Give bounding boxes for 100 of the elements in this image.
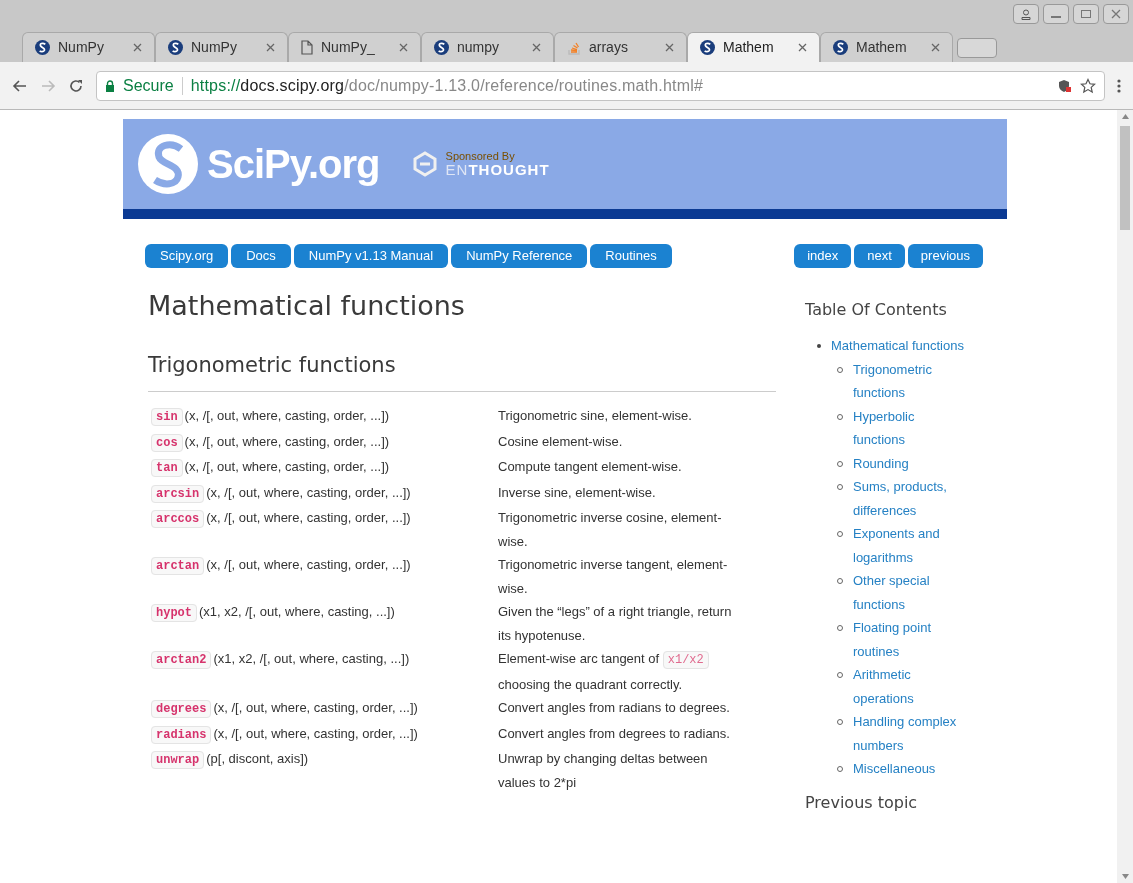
toc-link[interactable]: Miscellaneous [853,757,936,781]
toc-link[interactable]: Rounding [853,451,909,475]
toc-link[interactable]: Trigonometric functions [853,357,966,405]
function-description: Trigonometric inverse cosine, element-wise. [498,509,723,551]
breadcrumb-link[interactable]: Routines [590,244,672,268]
bullet-icon [817,344,821,348]
close-icon[interactable] [532,43,541,52]
tab-title: Mathem [723,38,775,57]
function-description: Compute tangent element-wise. [498,458,683,476]
new-tab-button[interactable] [957,38,997,58]
toc-link[interactable]: Arithmetic operations [853,663,966,710]
scipy-logo-icon [35,40,50,55]
toc-heading: Table Of Contents [805,299,948,321]
function-link[interactable]: hypot [151,604,197,622]
function-signature: hypot (x1, x2, /[, out, where, casting, ...]) [148,600,498,647]
person-icon [1021,8,1031,20]
close-icon[interactable] [931,43,940,52]
address-bar[interactable]: Secure https://docs.scipy.org/doc/numpy-1.13.0/reference/routines.math.html# [96,70,1105,101]
breadcrumb-link[interactable]: NumPy v1.13 Manual [293,244,449,268]
function-description: Element-wise arc tangent of x1/x2 choosing the quadrant correctly. [498,647,738,696]
security-label: Secure [123,75,174,96]
function-signature: unwrap (p[, discont, axis]) [148,747,498,794]
function-description: Cosine element-wise. [498,432,624,451]
browser-tab[interactable]: numpy [421,32,554,62]
scroll-up-icon[interactable] [1121,114,1129,119]
function-link[interactable]: radians [151,725,212,744]
sponsor-name: ENTHOUGHT [445,162,550,177]
function-signature: cos (x, /[, out, where, casting, order, ...]) [148,429,498,455]
browser-tab[interactable]: Mathem [687,32,820,62]
browser-tab[interactable]: arrays [554,32,687,62]
function-link[interactable]: arctan2 [151,651,212,669]
sponsor-logo-icon [411,151,438,177]
function-link[interactable]: tan [151,459,183,477]
scipy-logo-icon[interactable] [137,133,199,195]
function-link[interactable]: degrees [151,700,212,718]
scipy-logo-icon [434,40,449,55]
site-logo-text[interactable]: SciPy.org [207,144,380,184]
nav-link[interactable]: next [854,244,905,268]
lock-icon [105,79,115,92]
close-icon[interactable] [399,43,408,52]
function-description: Convert angles from radians to degrees. [498,699,731,717]
toc-link[interactable]: Floating point routines [853,616,966,663]
browser-tab[interactable]: NumPy_ [288,32,421,62]
nav-link[interactable]: previous [907,244,983,268]
nav-link[interactable]: index [794,244,852,268]
scipy-logo-icon [833,40,848,55]
close-icon[interactable] [798,43,807,52]
maximize-button[interactable] [1073,4,1099,24]
function-signature: arctan2 (x1, x2, /[, out, where, casting, ...]) [148,647,498,696]
breadcrumb-link[interactable]: Scipy.org [145,244,229,268]
function-description: Convert angles from degrees to radians. [498,724,731,743]
close-icon[interactable] [133,43,142,52]
function-link[interactable]: arctan [151,557,205,575]
close-icon[interactable] [665,43,674,52]
blocked-popup-icon[interactable] [1058,78,1072,93]
scipy-logo-icon [700,40,715,55]
function-link[interactable]: sin [151,408,183,426]
scrollbar[interactable] [1117,110,1133,883]
previous-topic-heading: Previous topic [805,791,919,814]
function-link[interactable]: cos [151,433,183,452]
toc-link[interactable]: Handling complex numbers [853,710,966,757]
browser-tab[interactable]: NumPy [22,32,155,62]
function-description: Unwrap by changing deltas between values to 2*pi [498,750,709,792]
section-heading: Trigonometric functions [148,349,776,392]
breadcrumb-link[interactable]: NumPy Reference [451,244,588,268]
tab-title: NumPy [58,38,105,57]
function-description: Inverse sine, element-wise. [498,483,657,502]
function-description: Trigonometric inverse tangent, element-wise. [498,556,729,598]
back-icon[interactable] [12,77,28,94]
tab-title: arrays [589,38,629,57]
toc-link[interactable]: Hyperbolic functions [853,404,966,452]
scipy-logo-icon [168,40,183,55]
browser-tab[interactable]: Mathem [820,32,953,62]
page-title: Mathematical functions [148,289,466,323]
close-icon[interactable] [266,43,275,52]
toc-link[interactable]: Other special functions [853,569,966,616]
toc-link[interactable]: Mathematical functions [831,334,964,358]
minimize-button[interactable] [1043,4,1069,24]
function-signature: degrees (x, /[, out, where, casting, order, ...]) [148,696,498,722]
toc-link[interactable]: Exponents and logarithms [853,522,966,569]
close-window-button[interactable] [1103,4,1129,24]
scroll-down-icon[interactable] [1121,874,1129,879]
reload-icon[interactable] [68,77,84,94]
profile-button[interactable] [1013,4,1039,24]
function-link[interactable]: arccos [151,510,205,528]
function-signature: radians (x, /[, out, where, casting, order, ...]) [148,721,498,747]
function-signature: arcsin (x, /[, out, where, casting, order, ...]) [148,480,498,506]
scrollbar-thumb[interactable] [1120,126,1130,230]
star-icon[interactable] [1080,77,1096,94]
function-link[interactable]: unwrap [151,751,205,769]
toc-link[interactable]: Sums, products, differences [853,475,966,522]
menu-icon[interactable] [1117,77,1121,94]
breadcrumb-link[interactable]: Docs [231,244,291,268]
function-signature: arctan (x, /[, out, where, casting, order, ...]) [148,553,498,600]
browser-tab[interactable]: NumPy [155,32,288,62]
function-link[interactable]: arcsin [151,484,205,503]
function-description: Trigonometric sine, element-wise. [498,407,693,425]
url-text: https://docs.scipy.org/doc/numpy-1.13.0/reference/routines.math.html# [190,75,705,96]
tab-title: Mathem [856,38,908,57]
function-signature: arccos (x, /[, out, where, casting, order, ...]) [148,506,498,553]
